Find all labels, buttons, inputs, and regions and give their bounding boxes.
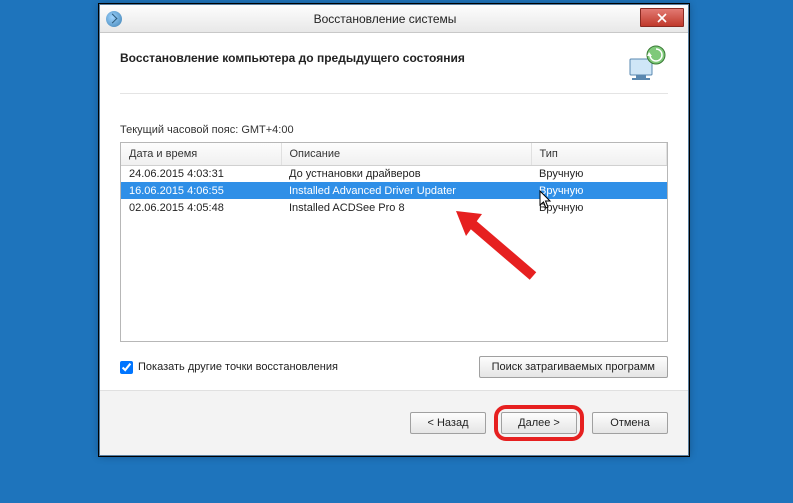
close-button[interactable] <box>640 8 684 27</box>
back-button[interactable]: < Назад <box>410 412 486 434</box>
checkbox-label: Показать другие точки восстановления <box>138 361 338 373</box>
page-subtitle: Восстановление компьютера до предыдущего… <box>120 45 465 65</box>
table-cell-type: Вручную <box>531 199 667 216</box>
show-more-points-checkbox[interactable]: Показать другие точки восстановления <box>120 361 338 374</box>
dialog-footer: < Назад Далее > Отмена <box>100 390 688 455</box>
scan-affected-button[interactable]: Поиск затрагиваемых программ <box>479 356 668 378</box>
system-restore-dialog: Восстановление системы Восстановление ко… <box>99 4 689 456</box>
next-button[interactable]: Далее > <box>501 412 577 434</box>
restore-icon <box>106 11 122 27</box>
table-cell-desc: Installed ACDSee Pro 8 <box>281 199 531 216</box>
window-title: Восстановление системы <box>122 12 688 26</box>
table-cell-desc: До устнановки драйверов <box>281 165 531 182</box>
restore-illustration-icon <box>622 45 668 85</box>
column-header-type[interactable]: Тип <box>531 143 667 165</box>
table-cell-type: Вручную <box>531 182 667 199</box>
table-cell-date: 24.06.2015 4:03:31 <box>121 165 281 182</box>
close-icon <box>657 13 667 23</box>
timezone-label: Текущий часовой пояс: GMT+4:00 <box>120 124 668 136</box>
table-cell-date: 16.06.2015 4:06:55 <box>121 182 281 199</box>
table-cell-date: 02.06.2015 4:05:48 <box>121 199 281 216</box>
table-cell-type: Вручную <box>531 165 667 182</box>
table-row[interactable]: 16.06.2015 4:06:55Installed Advanced Dri… <box>121 182 667 199</box>
restore-points-table[interactable]: Дата и время Описание Тип 24.06.2015 4:0… <box>120 142 668 342</box>
table-row[interactable]: 24.06.2015 4:03:31До устнановки драйверо… <box>121 165 667 182</box>
titlebar: Восстановление системы <box>100 5 688 33</box>
column-header-description[interactable]: Описание <box>281 143 531 165</box>
cancel-button[interactable]: Отмена <box>592 412 668 434</box>
table-cell-desc: Installed Advanced Driver Updater <box>281 182 531 199</box>
table-row[interactable]: 02.06.2015 4:05:48Installed ACDSee Pro 8… <box>121 199 667 216</box>
next-button-highlight: Далее > <box>494 405 584 441</box>
checkbox-input[interactable] <box>120 361 133 374</box>
column-header-date[interactable]: Дата и время <box>121 143 281 165</box>
